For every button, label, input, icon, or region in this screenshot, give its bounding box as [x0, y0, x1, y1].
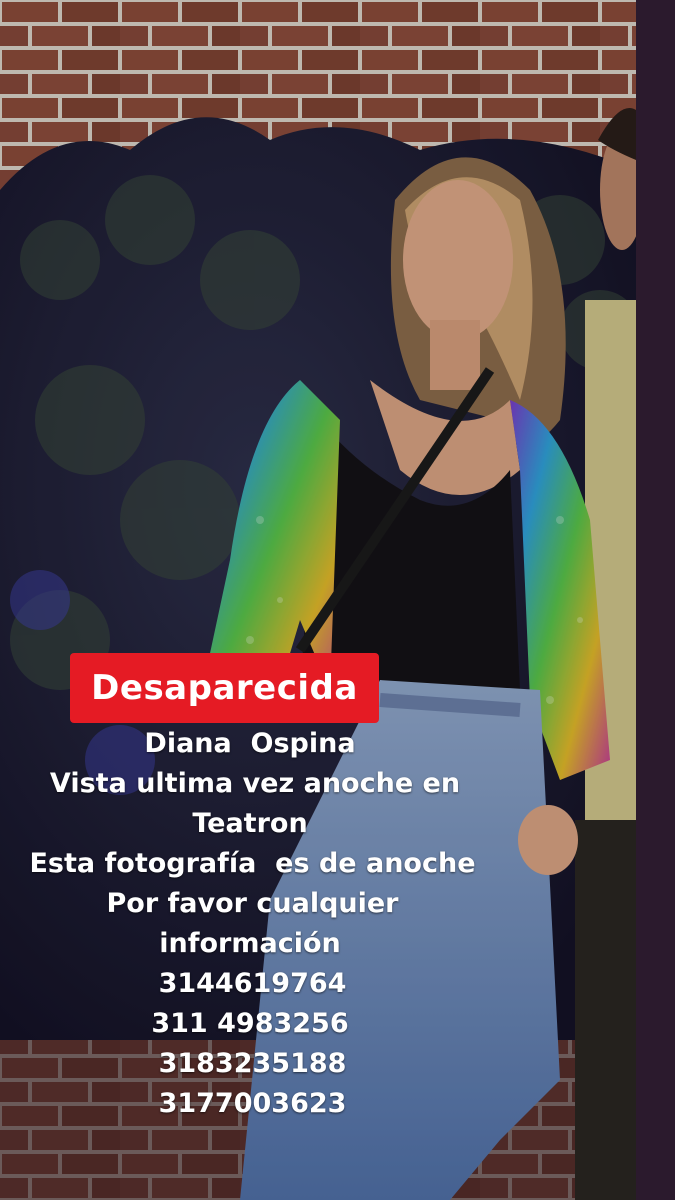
- missing-person-overlay: Desaparecida Diana Ospina Vista ultima v…: [0, 0, 636, 1200]
- right-edge-bar: [636, 0, 675, 1200]
- phone-number: 311 4983256: [151, 1008, 349, 1039]
- missing-badge-label: Desaparecida: [91, 668, 358, 708]
- phone-number: 3183235188: [158, 1048, 347, 1079]
- phone-number: 3144619764: [158, 968, 347, 999]
- information-line: información: [159, 928, 341, 959]
- missing-badge: Desaparecida: [70, 653, 379, 723]
- location-line: Teatron: [192, 808, 308, 839]
- last-seen-line: Vista ultima vez anoche en: [49, 768, 461, 799]
- phone-number: 3177003623: [158, 1088, 347, 1119]
- photo-note-line: Esta fotografía es de anoche: [29, 848, 476, 879]
- request-line: Por favor cualquier: [106, 888, 399, 919]
- person-name: Diana Ospina: [144, 728, 356, 759]
